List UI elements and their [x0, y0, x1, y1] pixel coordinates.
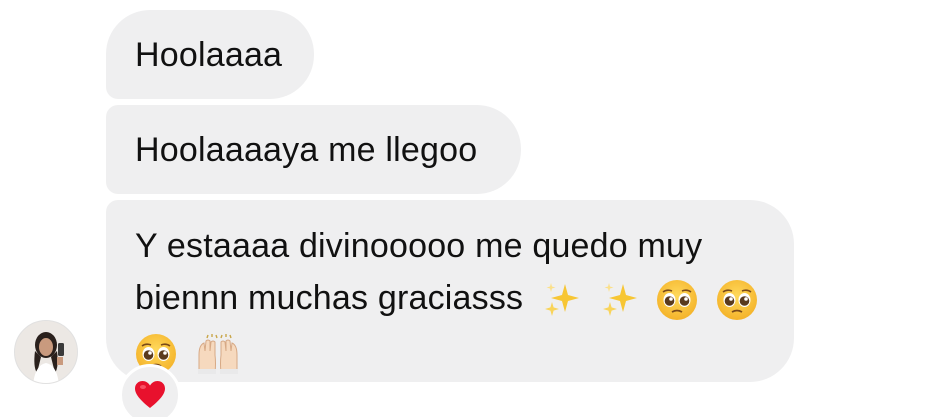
- pleading-face-icon: [716, 279, 758, 321]
- reaction-badge[interactable]: [119, 364, 181, 417]
- avatar[interactable]: [14, 320, 78, 384]
- sparkles-icon: [599, 280, 639, 320]
- raising-hands-icon: [195, 333, 241, 375]
- message-bubble[interactable]: Hoolaaaaya me llegoo: [106, 105, 521, 194]
- message-text: Hoolaaaaya me llegoo: [135, 131, 478, 169]
- message-text-line-1: Y estaaaa divinooooo me quedo muy: [135, 227, 703, 265]
- pleading-face-icon: [656, 279, 698, 321]
- message-text: Hoolaaaa: [135, 36, 283, 74]
- chat-thread: Hoolaaaa Hoolaaaaya me llegoo Y estaaaa …: [0, 0, 929, 417]
- sparkles-icon: [541, 280, 581, 320]
- message-bubble[interactable]: Hoolaaaa: [106, 10, 314, 99]
- message-text-line-2: biennn muchas graciasss: [135, 279, 524, 317]
- message-bubble[interactable]: Y estaaaa divinooooo me quedo muy biennn…: [106, 200, 794, 382]
- red-heart-icon: [134, 380, 166, 410]
